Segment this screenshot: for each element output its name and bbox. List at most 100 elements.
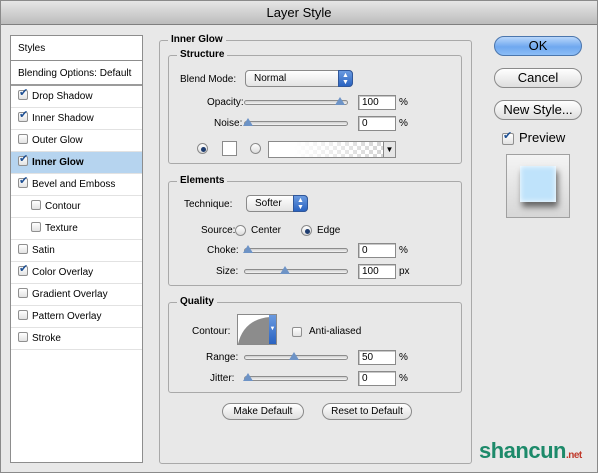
ok-button[interactable]: OK [494,36,582,56]
jitter-unit: % [399,373,408,384]
jitter-label: Jitter: [210,373,235,384]
style-item-drop-shadow[interactable]: Drop Shadow [11,86,142,108]
blending-options-item[interactable]: Blending Options: Default [11,61,142,86]
range-input[interactable]: 50 [358,350,396,365]
style-item-color-overlay[interactable]: Color Overlay [11,262,142,284]
style-item-inner-glow[interactable]: Inner Glow [11,152,142,174]
quality-group: Quality Contour: ▼ Anti-aliased Range: 5… [168,296,462,393]
style-item-pattern-overlay[interactable]: Pattern Overlay [11,306,142,328]
style-item-checkbox[interactable] [18,310,28,320]
style-item-checkbox[interactable] [18,244,28,254]
technique-label: Technique: [184,199,233,210]
structure-group: Structure Blend Mode: Normal ▲ ▼ Opacity:… [168,49,462,164]
make-default-button[interactable]: Make Default [222,403,304,420]
style-item-label: Inner Shadow [32,113,94,124]
size-slider-thumb[interactable] [280,266,290,274]
watermark-logo: shancun.net [479,438,582,464]
preview-area [506,154,570,218]
style-item-label: Gradient Overlay [32,289,108,300]
noise-label: Noise: [214,118,243,129]
style-item-label: Outer Glow [32,135,83,146]
style-item-checkbox[interactable] [18,174,28,188]
noise-slider[interactable] [243,118,348,126]
contour-dropdown-icon[interactable]: ▼ [269,315,276,344]
opacity-input[interactable]: 100 [358,95,396,110]
window-title: Layer Style [1,1,597,25]
style-item-outer-glow[interactable]: Outer Glow [11,130,142,152]
style-item-checkbox[interactable] [18,262,28,276]
style-item-texture[interactable]: Texture [11,218,142,240]
contour-label: Contour: [192,326,231,337]
jitter-input[interactable]: 0 [358,371,396,386]
opacity-slider-thumb[interactable] [335,97,345,105]
select-arrows-icon: ▲ ▼ [293,195,308,212]
range-unit: % [399,352,408,363]
source-center-radio[interactable] [235,225,246,236]
layer-style-window: Layer Style Styles Blending Options: Def… [0,0,598,473]
anti-aliased-label[interactable]: Anti-aliased [309,325,361,339]
size-label: Size: [216,266,239,277]
noise-input[interactable]: 0 [358,116,396,131]
choke-input[interactable]: 0 [358,243,396,258]
watermark-brand: shancun [479,438,566,463]
opacity-unit: % [399,97,408,108]
blend-mode-select[interactable]: Normal ▲ ▼ [245,70,353,87]
style-item-contour[interactable]: Contour [11,196,142,218]
new-style-button[interactable]: New Style... [494,100,582,120]
style-item-checkbox[interactable] [18,86,28,100]
structure-title: Structure [177,49,228,61]
technique-select[interactable]: Softer ▲ ▼ [246,195,308,212]
gradient-mode-radio[interactable] [250,143,261,154]
style-item-checkbox[interactable] [18,332,28,342]
style-item-bevel-and-emboss[interactable]: Bevel and Emboss [11,174,142,196]
cancel-button[interactable]: Cancel [494,68,582,88]
style-item-checkbox[interactable] [31,222,41,232]
gradient-picker[interactable]: ▼ [268,141,396,158]
noise-slider-thumb[interactable] [243,118,253,126]
size-unit: px [399,266,410,277]
styles-header[interactable]: Styles [11,36,142,61]
jitter-slider-thumb[interactable] [243,373,253,381]
style-item-label: Contour [45,201,81,212]
choke-label: Choke: [207,245,239,256]
preview-swatch [520,166,556,202]
range-slider[interactable] [244,352,348,360]
quality-title: Quality [177,296,217,308]
style-item-checkbox[interactable] [31,200,41,210]
contour-picker[interactable]: ▼ [237,314,277,345]
contour-curve-icon [238,317,270,344]
style-item-gradient-overlay[interactable]: Gradient Overlay [11,284,142,306]
styles-list: Styles Blending Options: Default Drop Sh… [10,35,143,463]
source-edge-label[interactable]: Edge [317,224,340,238]
style-item-stroke[interactable]: Stroke [11,328,142,350]
source-edge-radio[interactable] [301,225,312,236]
glow-color-swatch[interactable] [222,141,237,156]
style-item-checkbox[interactable] [18,288,28,298]
blend-mode-label: Blend Mode: [180,74,237,85]
anti-aliased-checkbox[interactable] [292,327,302,337]
jitter-slider[interactable] [243,373,348,381]
style-item-checkbox[interactable] [18,152,28,166]
reset-to-default-button[interactable]: Reset to Default [322,403,412,420]
technique-value: Softer [255,198,282,209]
opacity-label: Opacity: [207,97,244,108]
range-slider-thumb[interactable] [289,352,299,360]
style-item-label: Drop Shadow [32,91,93,102]
source-center-label[interactable]: Center [251,224,281,238]
style-item-checkbox[interactable] [18,108,28,122]
opacity-slider[interactable] [244,97,348,105]
color-mode-radio[interactable] [197,143,208,154]
gradient-dropdown-icon[interactable]: ▼ [383,142,395,157]
preview-checkbox[interactable] [502,129,514,145]
inner-glow-title: Inner Glow [168,34,226,46]
choke-slider-thumb[interactable] [243,245,253,253]
preview-label[interactable]: Preview [519,130,565,145]
style-item-label: Satin [32,245,55,256]
style-item-satin[interactable]: Satin [11,240,142,262]
style-item-inner-shadow[interactable]: Inner Shadow [11,108,142,130]
choke-slider[interactable] [243,245,348,253]
style-item-checkbox[interactable] [18,134,28,144]
style-item-label: Texture [45,223,78,234]
size-slider[interactable] [244,266,348,274]
size-input[interactable]: 100 [358,264,396,279]
